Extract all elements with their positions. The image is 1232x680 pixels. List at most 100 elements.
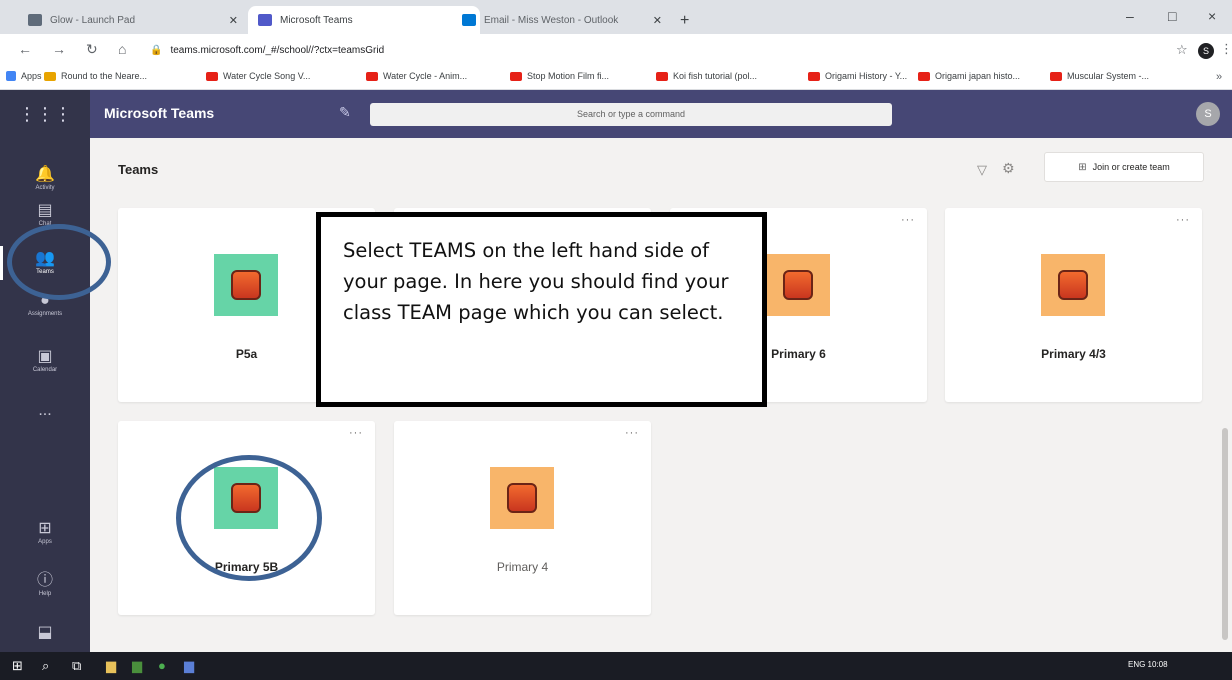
task-view-icon[interactable]: ⧉ — [72, 658, 81, 674]
bookmark-label: Water Cycle - Anim... — [383, 71, 468, 81]
glow-favicon-icon — [28, 14, 42, 26]
home-icon[interactable]: ⌂ — [118, 41, 126, 57]
more-options-icon[interactable]: ··· — [625, 427, 639, 439]
bookmark-label: Apps — [21, 71, 42, 81]
app-launcher-icon[interactable]: ⋮⋮⋮ — [0, 90, 90, 138]
bookmark-item[interactable]: Round to the Neare... — [44, 71, 147, 81]
close-tab-icon[interactable]: ✕ — [653, 14, 662, 27]
youtube-icon — [206, 71, 218, 81]
page-title: Teams — [118, 162, 159, 177]
chat-icon: ▤ — [37, 202, 53, 219]
search-input[interactable]: Search or type a command — [370, 103, 892, 126]
maximize-icon[interactable]: □ — [1168, 8, 1176, 24]
left-rail: 🔔 Activity ▤ Chat 👥 Teams ● Assignments … — [0, 138, 90, 652]
bookmark-label: Water Cycle Song V... — [223, 71, 311, 81]
tab-label: Microsoft Teams — [280, 14, 353, 26]
tab-label: Email - Miss Weston - Outlook — [484, 14, 619, 26]
rail-item-download[interactable]: ⬓ — [0, 624, 90, 642]
bookmark-apps[interactable]: Apps — [6, 71, 42, 81]
lock-icon: 🔒 — [150, 44, 163, 56]
rail-item-label: Activity — [35, 185, 55, 191]
teams-header: ⋮⋮⋮ Microsoft Teams ✎ Search or type a c… — [0, 90, 1232, 138]
rail-item-more[interactable]: ... — [0, 402, 90, 420]
team-tile-icon — [490, 467, 554, 529]
close-window-icon[interactable]: × — [1208, 8, 1216, 24]
team-name: Primary 4 — [496, 560, 549, 574]
close-tab-icon[interactable]: ✕ — [229, 14, 238, 27]
calendar-icon: ▣ — [37, 348, 53, 365]
rail-item-label: Help — [38, 591, 52, 597]
youtube-icon — [366, 71, 378, 81]
filter-icon[interactable]: ▽ — [977, 162, 987, 178]
rail-item-help[interactable]: ⓘ Help — [0, 572, 90, 597]
download-icon: ⬓ — [37, 624, 53, 641]
team-card-primary-4[interactable]: ··· Primary 4 — [394, 421, 651, 615]
minimize-icon[interactable]: – — [1126, 8, 1134, 24]
bookmark-item[interactable]: Origami japan histo... — [918, 71, 1020, 81]
store-icon[interactable]: ▆ — [132, 658, 142, 674]
bookmark-item[interactable]: Origami History - Y... — [808, 71, 907, 81]
gear-icon[interactable]: ⚙ — [1002, 160, 1015, 177]
join-or-create-team-button[interactable]: ⊞ Join or create team — [1044, 152, 1204, 182]
reload-icon[interactable]: ↻ — [86, 41, 98, 58]
apps-icon: ⊞ — [38, 520, 52, 537]
primary-5b-highlight-ring — [176, 455, 322, 581]
bookmark-item[interactable]: Stop Motion Film fi... — [510, 71, 609, 81]
bell-icon: 🔔 — [35, 166, 55, 183]
teams-favicon-icon — [258, 14, 272, 26]
new-chat-icon[interactable]: ✎ — [339, 104, 351, 121]
url-text: teams.microsoft.com/_#/school//?ctx=team… — [170, 44, 385, 56]
rail-item-calendar[interactable]: ▣ Calendar — [0, 348, 90, 373]
new-tab-button[interactable]: + — [680, 12, 689, 30]
tab-label: Glow - Launch Pad — [50, 14, 136, 26]
instruction-text: Select TEAMS on the left hand side of yo… — [343, 239, 729, 324]
profile-avatar[interactable]: S — [1198, 43, 1214, 59]
bookmark-label: Origami japan histo... — [935, 71, 1021, 81]
forward-icon[interactable]: → — [52, 41, 66, 57]
bookmark-favicon-icon — [44, 71, 56, 81]
bookmark-item[interactable]: Water Cycle - Anim... — [366, 71, 467, 81]
bookmark-item[interactable]: Water Cycle Song V... — [206, 71, 310, 81]
url-input[interactable]: 🔒 teams.microsoft.com/_#/school//?ctx=te… — [150, 38, 1110, 62]
browser-tab-launchpad[interactable]: Glow - Launch Pad ✕ — [18, 6, 248, 34]
browser-tab-teams[interactable]: Microsoft Teams ✕ — [248, 6, 480, 34]
team-name: Primary 4/3 — [1041, 347, 1106, 361]
youtube-icon — [656, 71, 668, 81]
bookmark-label: Stop Motion Film fi... — [527, 71, 610, 81]
system-tray[interactable]: ENG 10:08 — [1128, 660, 1168, 669]
team-tile-icon — [1041, 254, 1105, 316]
rail-item-label: Calendar — [32, 367, 58, 373]
more-options-icon[interactable]: ··· — [1176, 214, 1190, 226]
app-icon[interactable]: ▆ — [184, 658, 194, 674]
rail-item-activity[interactable]: 🔔 Activity — [0, 166, 90, 191]
browser-tab-outlook[interactable]: Email - Miss Weston - Outlook ✕ — [452, 6, 672, 34]
bookmark-item[interactable]: Koi fish tutorial (pol... — [656, 71, 757, 81]
bookmark-label: Origami History - Y... — [825, 71, 908, 81]
bookmark-label: Round to the Neare... — [61, 71, 148, 81]
scrollbar[interactable] — [1222, 428, 1228, 640]
user-avatar[interactable]: S — [1196, 102, 1220, 126]
browser-tab-strip: Glow - Launch Pad ✕ Microsoft Teams ✕ Em… — [0, 0, 1232, 34]
bookmark-item[interactable]: Muscular System -... — [1050, 71, 1149, 81]
more-icon: ... — [38, 402, 52, 419]
team-card-primary-4-3[interactable]: ··· Primary 4/3 — [945, 208, 1202, 402]
more-options-icon[interactable]: ··· — [901, 214, 915, 226]
file-explorer-icon[interactable]: ▆ — [106, 658, 116, 674]
bookmarks-overflow-icon[interactable]: » — [1216, 71, 1222, 83]
address-bar: ← → ↻ ⌂ 🔒 teams.microsoft.com/_#/school/… — [0, 34, 1232, 66]
youtube-icon — [1050, 71, 1062, 81]
search-icon[interactable]: ⌕ — [42, 658, 49, 674]
outlook-favicon-icon — [462, 14, 476, 26]
more-options-icon[interactable]: ··· — [349, 427, 363, 439]
browser-menu-icon[interactable]: ⋮ — [1220, 41, 1232, 57]
rail-item-apps[interactable]: ⊞ Apps — [0, 520, 90, 545]
rail-item-chat[interactable]: ▤ Chat — [0, 202, 90, 227]
bookmark-label: Koi fish tutorial (pol... — [673, 71, 758, 81]
bookmark-star-icon[interactable]: ☆ — [1176, 42, 1188, 58]
windows-start-icon[interactable]: ⊞ — [12, 658, 23, 674]
chrome-icon[interactable]: ● — [158, 658, 166, 673]
join-button-label: Join or create team — [1092, 162, 1170, 172]
rail-item-label: Apps — [38, 539, 52, 545]
back-icon[interactable]: ← — [18, 41, 32, 57]
rail-item-label: Assignments — [27, 311, 63, 317]
